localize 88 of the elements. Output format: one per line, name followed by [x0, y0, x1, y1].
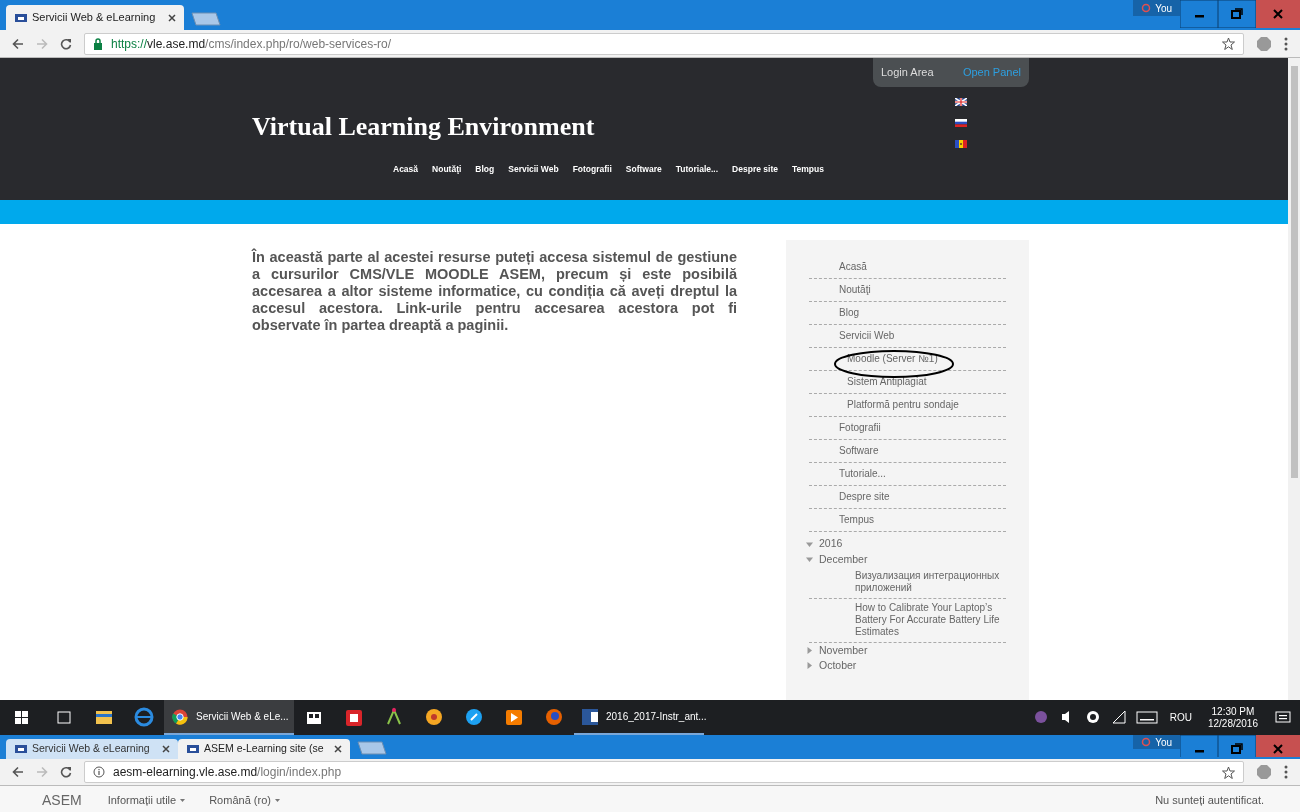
star-icon[interactable]: [1222, 765, 1235, 779]
submenu-link[interactable]: Sistem Antiplagiat: [847, 374, 927, 389]
star-icon[interactable]: [1222, 37, 1235, 50]
minimize-icon[interactable]: [1180, 0, 1218, 28]
back-arrow-icon[interactable]: [12, 37, 24, 50]
site-favicon: [14, 743, 28, 755]
tab-title: ASEM e-Learning site (se: [204, 741, 325, 757]
russia-flag-icon[interactable]: [955, 119, 967, 127]
caret-icon: [180, 798, 186, 802]
dropdown-menu-link[interactable]: Informații utile: [107, 791, 186, 809]
menu-link[interactable]: Servicii Web: [839, 328, 895, 343]
tab-title: Servicii Web & eLearning: [32, 10, 157, 26]
archive-month-link[interactable]: December: [819, 551, 868, 568]
collapse-icon[interactable]: [806, 556, 813, 563]
nav-link[interactable]: Blog: [475, 163, 495, 176]
padlock-icon: [93, 37, 103, 50]
submenu-link[interactable]: Platformă pentru sondaje: [847, 397, 959, 412]
extension-icon[interactable]: [1256, 764, 1272, 780]
scrollbar[interactable]: [1288, 58, 1300, 700]
info-icon: [93, 766, 105, 778]
reload-icon[interactable]: [60, 37, 72, 50]
login-label: Login Area: [881, 65, 934, 81]
profile-button[interactable]: You: [1133, 735, 1180, 749]
url-text: aesm-elearning.vle.ase.md/login/index.php: [113, 764, 343, 781]
menu-link[interactable]: Noutăţi: [839, 282, 871, 297]
uk-flag-icon[interactable]: [955, 98, 967, 106]
menu-link[interactable]: Blog: [839, 305, 859, 320]
restore-icon[interactable]: [1218, 735, 1256, 757]
clock-time[interactable]: 12:30 PM: [1211, 705, 1255, 718]
archive-month-link[interactable]: October: [819, 657, 857, 674]
chrome-icon: [172, 708, 188, 725]
extension-icon[interactable]: [1256, 35, 1272, 52]
close-icon[interactable]: [1256, 0, 1300, 28]
sync-error-icon: [1141, 737, 1152, 747]
archive-post-link[interactable]: Визуализация интеграционных приложений: [855, 570, 1005, 594]
browser-tab[interactable]: Servicii Web & eLearning: [6, 739, 178, 759]
menu-icon[interactable]: [1284, 36, 1288, 51]
menu-link[interactable]: Tempus: [839, 512, 874, 527]
input-language-indicator[interactable]: ROU: [1161, 710, 1200, 725]
site-title: Virtual Learning Environment: [252, 114, 595, 140]
site-favicon: [14, 11, 28, 24]
tab-title: Servicii Web & eLearning: [32, 741, 151, 757]
dropdown-menu-link[interactable]: Română (ro): [209, 791, 280, 809]
clock-date[interactable]: 12/28/2016: [1207, 717, 1258, 730]
browser-tab[interactable]: Servicii Web & eLearning: [6, 5, 184, 30]
archive-month-link[interactable]: November: [819, 642, 868, 659]
menu-link[interactable]: Tutoriale...: [839, 466, 886, 481]
nav-link[interactable]: Despre site: [732, 163, 778, 176]
nav-link[interactable]: Software: [625, 163, 662, 176]
sync-error-icon: [1141, 3, 1152, 13]
nav-link[interactable]: Fotografii: [572, 163, 612, 176]
nav-link[interactable]: Noutăţi: [432, 163, 462, 176]
taskbar-window-button[interactable]: Servicii Web & eLe...: [164, 700, 294, 735]
archive-year-link[interactable]: 2016: [819, 536, 843, 552]
scrollbar-thumb[interactable]: [1290, 66, 1298, 478]
site-favicon: [186, 743, 200, 755]
nav-link[interactable]: Tempus: [791, 163, 824, 176]
menu-link[interactable]: Fotografii: [839, 420, 881, 435]
archive-post-link[interactable]: How to Calibrate Your Laptop’s Battery For Accurate Battery Life Estimates: [855, 602, 1005, 638]
login-status-text: Nu sunteți autentificat.: [1155, 792, 1264, 808]
moldova-flag-icon[interactable]: [955, 140, 967, 148]
address-field[interactable]: aesm-elearning.vle.ase.md/login/index.php: [84, 761, 1244, 783]
profile-button[interactable]: You: [1133, 0, 1180, 16]
close-icon[interactable]: [334, 745, 342, 753]
nav-link[interactable]: Servicii Web: [508, 163, 559, 176]
intro-paragraph: În această parte al acestei resurse puteți accesa sistemul de gestiune a cursurilor CMS/VLE MOODLE ASEM, precum și este posibilă accesarea a altor sisteme informatice, cu condiția că aveți dreptul la accesul acestora. Link-urile pentru accesarea acestora pot fi observate în partea dreaptă a paginii.: [252, 249, 737, 335]
close-icon[interactable]: [1256, 735, 1300, 757]
nav-link[interactable]: Acasă: [393, 163, 419, 176]
restore-icon[interactable]: [1218, 0, 1256, 28]
url-text: https://vle.ase.md/cms/index.php/ro/web-services-ro/: [111, 35, 393, 53]
caret-icon: [274, 798, 280, 802]
browser-tab[interactable]: ASEM e-Learning site (se: [178, 739, 350, 759]
menu-link[interactable]: Despre site: [839, 489, 890, 504]
expand-icon[interactable]: [806, 647, 813, 654]
minimize-icon[interactable]: [1180, 735, 1218, 757]
collapse-icon[interactable]: [806, 540, 813, 548]
menu-link[interactable]: Acasă: [839, 259, 867, 274]
back-arrow-icon[interactable]: [12, 766, 24, 778]
brand-link[interactable]: ASEM: [42, 789, 82, 811]
address-field[interactable]: https://vle.ase.md/cms/index.php/ro/web-services-ro/: [84, 32, 1244, 55]
menu-icon[interactable]: [1284, 765, 1288, 779]
word-document-icon: [582, 708, 598, 725]
reload-icon[interactable]: [60, 766, 72, 778]
nav-link[interactable]: Tutoriale...: [675, 163, 719, 176]
expand-icon[interactable]: [806, 662, 813, 669]
menu-link[interactable]: Software: [839, 443, 879, 458]
close-icon[interactable]: [162, 745, 170, 753]
close-icon[interactable]: [168, 13, 176, 22]
